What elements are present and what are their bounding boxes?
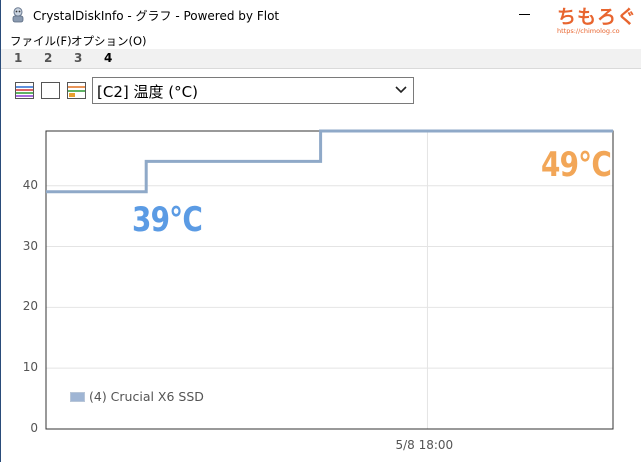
high-temp-annotation: 49℃ [541,145,612,185]
legend-swatch [70,392,85,402]
legend-label: (4) Crucial X6 SSD [89,389,204,404]
y-tick-label: 40 [22,177,38,192]
low-temp-annotation: 39℃ [132,200,203,240]
series-line [46,129,613,194]
y-tick-label: 20 [22,299,38,314]
app-window: CrystalDiskInfo - グラフ - Powered by Flot … [0,0,641,462]
x-tick-label: 5/8 18:00 [395,438,454,452]
plot-area [45,130,614,430]
y-tick-label: 30 [22,238,38,253]
y-tick-label: 0 [30,421,38,435]
y-tick-label: 10 [22,360,38,375]
